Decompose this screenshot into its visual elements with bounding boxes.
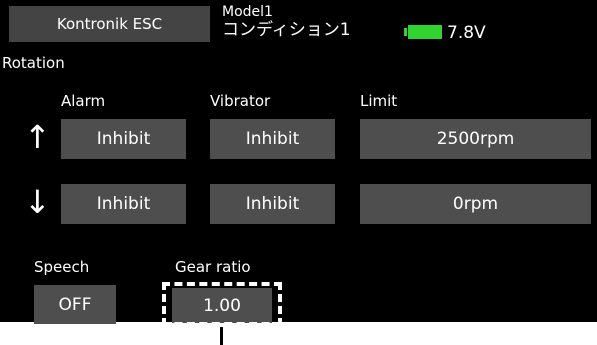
speech-label: Speech — [34, 258, 90, 276]
condition-name: コンディション1 — [222, 20, 351, 40]
column-header-vibrator: Vibrator — [210, 92, 271, 110]
esc-settings-screen: Kontronik ESC Model1 コンディション1 7.8V Rotat… — [0, 0, 597, 326]
alarm-down-button[interactable]: Inhibit — [61, 184, 186, 224]
speech-button[interactable]: OFF — [34, 285, 116, 324]
column-header-alarm: Alarm — [61, 92, 106, 110]
vibrator-down-button[interactable]: Inhibit — [210, 184, 335, 224]
gear-ratio-highlight — [162, 282, 282, 326]
battery-icon — [404, 25, 443, 39]
callout-pointer-line — [220, 327, 223, 345]
vibrator-up-button[interactable]: Inhibit — [210, 119, 335, 159]
limit-up-button[interactable]: 2500rpm — [360, 119, 591, 159]
title-button[interactable]: Kontronik ESC — [9, 6, 210, 42]
limit-down-button[interactable]: 0rpm — [360, 184, 591, 224]
rotation-down-arrow-icon: ↓ — [24, 183, 51, 221]
rotation-up-arrow-icon: ↑ — [24, 118, 51, 156]
model-name: Model1 — [222, 4, 273, 20]
section-title: Rotation — [2, 54, 65, 72]
column-header-limit: Limit — [360, 92, 398, 110]
gear-ratio-label: Gear ratio — [175, 258, 251, 276]
alarm-up-button[interactable]: Inhibit — [61, 119, 186, 159]
battery-voltage: 7.8V — [447, 23, 486, 43]
